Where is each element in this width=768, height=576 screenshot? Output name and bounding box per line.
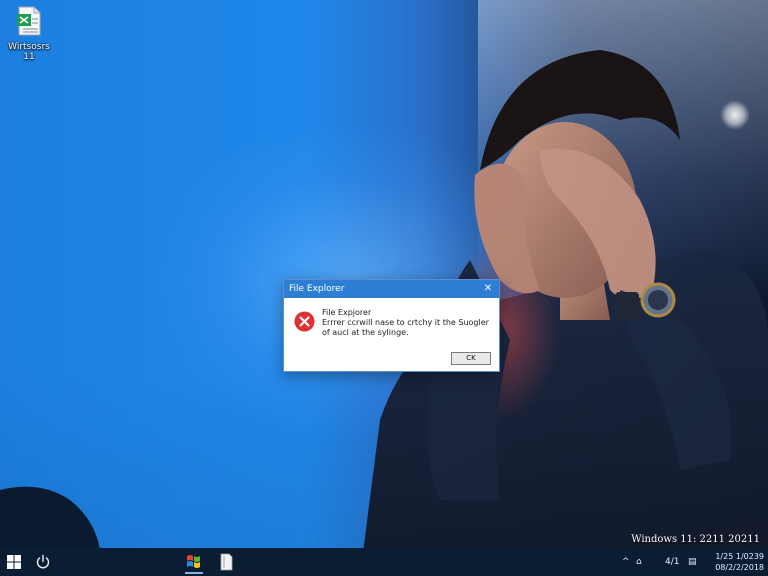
spreadsheet-file-icon <box>17 6 41 36</box>
taskbar: ^ ⌂ 4/1 ▤ 1/25 1/0239 08/2/2/2018 <box>0 548 768 576</box>
document-app-icon[interactable] <box>213 550 239 574</box>
error-dialog: File Explorer ✕ File Expjorer Errrer ccr… <box>283 279 500 372</box>
desktop: Wirtsosrs 11 File Explorer ✕ File Expjor… <box>0 0 768 576</box>
dialog-body: File Expjorer Errrer ccrwill nase to crt… <box>284 298 499 371</box>
tray-chevron-icon[interactable]: ^ <box>622 548 630 576</box>
dialog-titlebar[interactable]: File Explorer ✕ <box>284 280 499 298</box>
volume-icon[interactable]: ▤ <box>688 548 697 576</box>
document-icon <box>220 553 233 571</box>
version-watermark: Windows 11: 2211 20211 <box>631 534 760 545</box>
dialog-message: Errrer ccrwill nase to crtchy it the Suo… <box>322 318 489 337</box>
power-icon[interactable] <box>34 553 52 571</box>
language-indicator[interactable]: 4/1 <box>665 548 679 576</box>
ok-button[interactable]: CK <box>451 352 491 365</box>
clock-time: 1/25 1/0239 <box>715 552 764 561</box>
desktop-icon-label: Wirtsosrs 11 <box>8 42 50 62</box>
error-x-icon <box>294 311 315 332</box>
windows-flag-app-icon[interactable] <box>181 550 207 574</box>
windows-logo-icon[interactable] <box>4 552 24 572</box>
close-icon[interactable]: ✕ <box>481 280 495 298</box>
clock-date: 08/2/2/2018 <box>715 563 764 572</box>
windows-flag-icon <box>187 555 200 568</box>
desktop-file-icon[interactable]: Wirtsosrs 11 <box>4 6 54 62</box>
dialog-message-title: File Expjorer <box>322 308 372 317</box>
network-icon[interactable]: ⌂ <box>636 548 642 576</box>
dialog-title: File Explorer <box>289 284 345 294</box>
taskbar-clock[interactable]: 1/25 1/0239 08/2/2/2018 <box>704 551 764 573</box>
